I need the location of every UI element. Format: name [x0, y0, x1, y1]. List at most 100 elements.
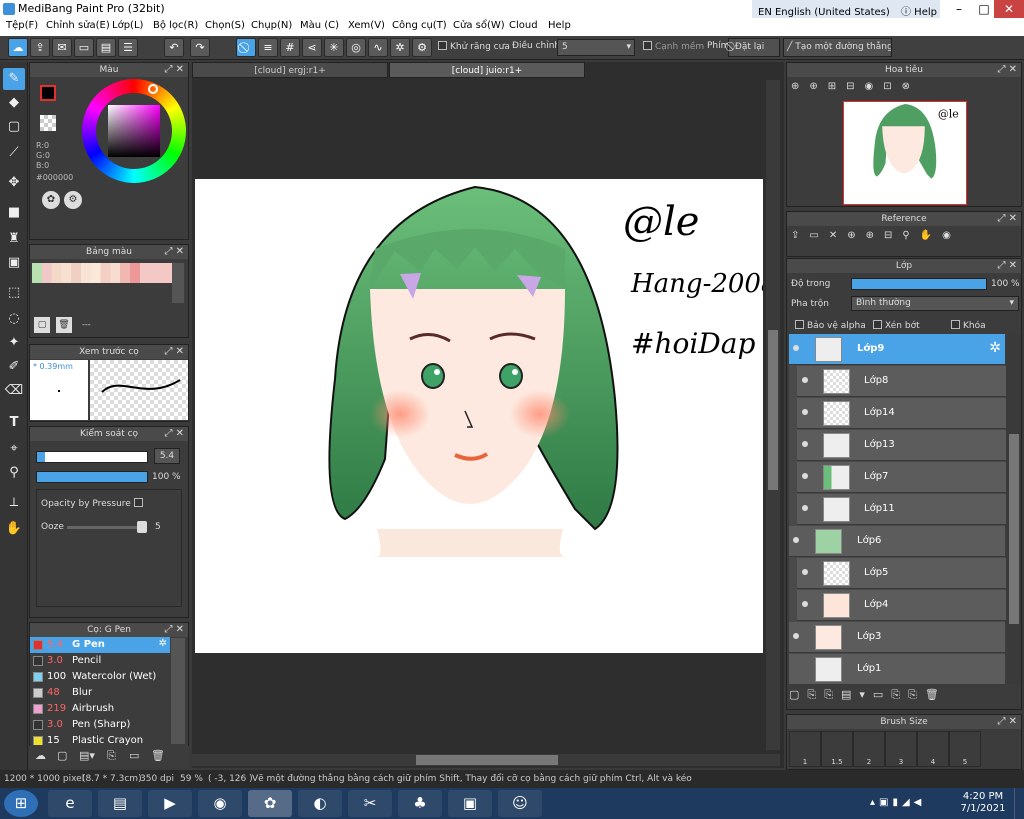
- brush-item-crayon[interactable]: 15 Plastic Crayon (thick): [30, 733, 170, 745]
- copy-brush-icon[interactable]: ⎘: [107, 749, 116, 763]
- select-rect-tool-icon[interactable]: ⬚: [3, 282, 25, 304]
- eye-icon[interactable]: [802, 441, 808, 447]
- reference-toolbar[interactable]: ⇪▭✕⊕⊕⊟⚲✋◉: [791, 230, 1017, 250]
- eye-icon[interactable]: [802, 505, 808, 511]
- brush-size-option[interactable]: 4: [917, 731, 949, 767]
- snap-settings-icon[interactable]: ✲: [390, 38, 410, 57]
- protect-alpha-checkbox[interactable]: [795, 320, 804, 329]
- brush-item-pencil[interactable]: 3.0 Pencil: [30, 653, 170, 669]
- snap-off-icon[interactable]: ⃠: [236, 38, 256, 57]
- menu-filter[interactable]: Bộ lọc(R): [153, 20, 198, 31]
- color-settings-icon[interactable]: ⚙: [64, 191, 82, 209]
- blend-select[interactable]: Bình thường ▾: [851, 296, 1019, 311]
- help-icon[interactable]: ⓘ: [901, 7, 911, 18]
- opacity-pressure-checkbox[interactable]: [133, 498, 143, 507]
- eye-icon[interactable]: [793, 537, 799, 543]
- add-color-icon[interactable]: ▢: [34, 317, 50, 333]
- panel-close-icon[interactable]: ⤢ ✕: [164, 345, 184, 359]
- palette-swatches[interactable]: [32, 263, 172, 283]
- comment-icon[interactable]: ✉: [52, 38, 72, 57]
- avatar-app-icon[interactable]: ☺: [498, 790, 542, 817]
- gear-icon[interactable]: ✲: [159, 638, 167, 649]
- hand-tool-icon[interactable]: ✋: [3, 518, 25, 540]
- add-brush-icon[interactable]: ▤▾: [79, 749, 95, 762]
- layer-row-13[interactable]: Lớp13: [797, 430, 1006, 461]
- menu-window[interactable]: Cửa sổ(W): [453, 20, 505, 31]
- paint-icon[interactable]: ✂: [348, 790, 392, 817]
- panel-close-icon[interactable]: ⤢ ✕: [164, 63, 184, 77]
- eye-icon[interactable]: [802, 569, 808, 575]
- eye-icon[interactable]: [793, 633, 799, 639]
- snap-parallel-icon[interactable]: ≡: [258, 38, 278, 57]
- rectangle-tool-icon[interactable]: ▢: [3, 116, 25, 138]
- navigator-toolbar[interactable]: ⊕⊕⊞⊟◉⊡⊗: [791, 81, 1017, 99]
- start-button-icon[interactable]: ⊞: [4, 790, 38, 817]
- panel-close-icon[interactable]: ⤢ ✕: [997, 715, 1017, 729]
- size-slider[interactable]: [36, 451, 148, 463]
- share-icon[interactable]: ⇪: [30, 38, 50, 57]
- panel-close-icon[interactable]: ⤢ ✕: [164, 623, 184, 637]
- chat-icon[interactable]: ▭: [74, 38, 94, 57]
- protect-alpha-option[interactable]: Bảo vệ alpha: [795, 320, 866, 331]
- saturation-square[interactable]: [108, 105, 160, 157]
- antialias-checkbox[interactable]: [438, 41, 447, 50]
- gear-icon[interactable]: ✲: [989, 340, 1001, 356]
- dropper-tool-icon[interactable]: ⟂: [3, 492, 25, 514]
- snap-circle-icon[interactable]: ◎: [346, 38, 366, 57]
- media-icon[interactable]: ▶: [148, 790, 192, 817]
- snap-grid-icon[interactable]: #: [280, 38, 300, 57]
- brush-item-pen-sharp[interactable]: 3.0 Pen (Sharp): [30, 717, 170, 733]
- panel-close-icon[interactable]: ⤢ ✕: [997, 259, 1017, 273]
- snap-perspective-icon[interactable]: ⋖: [302, 38, 322, 57]
- palette-scrollbar[interactable]: [172, 263, 184, 303]
- eye-icon[interactable]: [802, 377, 808, 383]
- panel-close-icon[interactable]: ⤢ ✕: [997, 212, 1017, 226]
- menu-file[interactable]: Tệp(F): [6, 20, 38, 31]
- adjust-select[interactable]: 5 ▾: [557, 39, 635, 56]
- layer-scroll-thumb[interactable]: [1009, 434, 1019, 624]
- navigator-thumbnail[interactable]: @le: [843, 101, 967, 205]
- panel-close-icon[interactable]: ⤢ ✕: [997, 63, 1017, 77]
- tray-icons[interactable]: ▴▣▮◢◀: [870, 797, 925, 808]
- menu-tools[interactable]: Công cụ(T): [392, 20, 447, 31]
- menu-view[interactable]: Xem(V): [348, 20, 385, 31]
- menu-edit[interactable]: Chỉnh sửa(E): [46, 20, 110, 31]
- menu-cloud[interactable]: Cloud: [509, 20, 538, 31]
- snap-radial-icon[interactable]: ✳: [324, 38, 344, 57]
- layer-footer-toolbar[interactable]: ▢⎘⎘▤▾▭⎘⎘🗑: [789, 686, 1019, 708]
- redo-icon[interactable]: ↷: [190, 38, 210, 57]
- move-tool-icon[interactable]: ✥: [3, 172, 25, 194]
- opacity-pressure-option[interactable]: Opacity by Pressure: [41, 498, 146, 509]
- drawing-canvas[interactable]: @le Hang-2008 #hoiDap: [195, 179, 763, 653]
- palette-icon[interactable]: ✿: [42, 191, 60, 209]
- layer-opacity-slider[interactable]: [851, 278, 987, 290]
- snap-curve-icon[interactable]: ∿: [368, 38, 388, 57]
- eye-icon[interactable]: [802, 409, 808, 415]
- layer-row-7[interactable]: Lớp7: [797, 462, 1006, 493]
- lock-option[interactable]: Khóa: [951, 320, 986, 331]
- cloud-icon[interactable]: ☁: [8, 38, 28, 57]
- cloud-brush-icon[interactable]: ☁: [35, 749, 46, 762]
- soft-edge-checkbox[interactable]: [643, 41, 652, 50]
- menu-color[interactable]: Màu (C): [300, 20, 339, 31]
- gradient-tool-icon[interactable]: ▣: [3, 252, 25, 274]
- clock[interactable]: 4:20 PM 7/1/2021: [958, 791, 1008, 815]
- operation-tool-icon[interactable]: ⌖: [3, 438, 25, 460]
- menu-snap[interactable]: Chụp(N): [251, 20, 292, 31]
- ooze-slider-handle[interactable]: [137, 521, 147, 533]
- antialias-option[interactable]: Khử răng cưa: [438, 41, 510, 52]
- viewer-icon[interactable]: ▣: [448, 790, 492, 817]
- layer-row-5[interactable]: Lớp5: [797, 558, 1006, 589]
- soft-edge-option[interactable]: Cạnh mềm: [643, 41, 704, 52]
- horizontal-scrollbar[interactable]: [192, 754, 780, 766]
- brush-item-blur[interactable]: 48 Blur: [30, 685, 170, 701]
- brush-item-watercolor[interactable]: 100 Watercolor (Wet): [30, 669, 170, 685]
- brush-size-option[interactable]: 1: [789, 731, 821, 767]
- close-icon[interactable]: ✕: [994, 0, 1024, 18]
- brush-list-scrollbar[interactable]: [171, 638, 185, 744]
- panel-close-icon[interactable]: ⤢ ✕: [164, 245, 184, 259]
- brush-size-option[interactable]: 1.5: [821, 731, 853, 767]
- size-value-box[interactable]: 5.4: [154, 448, 180, 464]
- brush-size-option[interactable]: 2: [853, 731, 885, 767]
- ie-icon[interactable]: e: [48, 790, 92, 817]
